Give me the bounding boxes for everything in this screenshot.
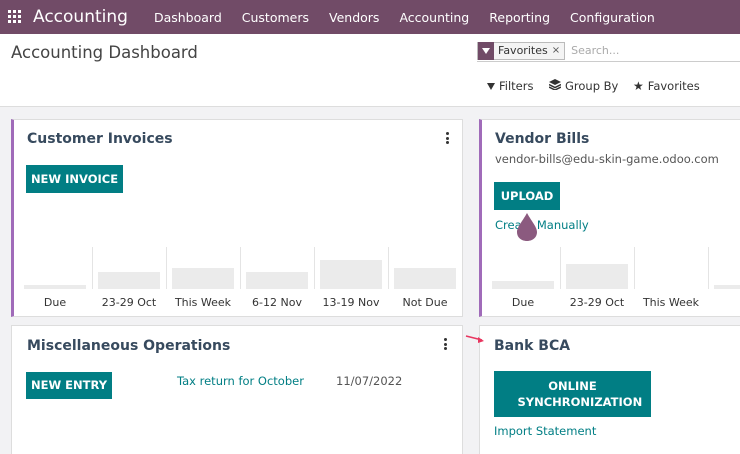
card-title[interactable]: Miscellaneous Operations bbox=[27, 338, 230, 354]
chart-tick-label: This Week bbox=[174, 296, 232, 309]
chart-bar[interactable] bbox=[320, 260, 382, 289]
chart-tick-label: Due bbox=[511, 296, 535, 309]
chart-bar[interactable] bbox=[566, 264, 628, 289]
chart-bar[interactable] bbox=[492, 281, 554, 289]
search-input[interactable] bbox=[571, 44, 732, 57]
chart-gridline bbox=[708, 247, 709, 289]
menu-vendors[interactable]: Vendors bbox=[319, 0, 389, 34]
menu-customers[interactable]: Customers bbox=[232, 0, 319, 34]
chart-tick-label: 6- bbox=[708, 296, 740, 309]
chart-tick-label: Not Due bbox=[402, 296, 448, 309]
top-navbar: Accounting Dashboard Customers Vendors A… bbox=[0, 0, 740, 34]
tax-return-date: 11/07/2022 bbox=[336, 374, 403, 388]
search-bar: Favorites × bbox=[477, 40, 740, 62]
chart-bar[interactable] bbox=[714, 285, 740, 289]
menu-reporting[interactable]: Reporting bbox=[479, 0, 560, 34]
online-sync-label: ONLINE SYNCHRONIZATION bbox=[517, 378, 643, 409]
filter-icon bbox=[478, 41, 494, 60]
chart-gridline bbox=[560, 247, 561, 289]
create-manually-link[interactable]: Create Manually bbox=[495, 218, 589, 232]
chart-bar[interactable] bbox=[246, 272, 308, 289]
pointer-arrow-icon bbox=[465, 335, 484, 343]
chart-bar[interactable] bbox=[24, 285, 86, 289]
menu-configuration[interactable]: Configuration bbox=[560, 0, 665, 34]
control-panel: Accounting Dashboard Favorites × Filters… bbox=[0, 34, 740, 107]
chart-gridline bbox=[314, 247, 315, 289]
new-entry-button[interactable]: NEW ENTRY bbox=[26, 372, 112, 399]
chart-tick-label: 23-29 Oct bbox=[569, 296, 625, 309]
menu-accounting[interactable]: Accounting bbox=[389, 0, 479, 34]
apps-menu-icon[interactable] bbox=[8, 10, 22, 24]
group-by-button[interactable]: Group By bbox=[548, 79, 619, 93]
customer-invoices-card: Customer Invoices NEW INVOICE Due 23-29 O… bbox=[11, 119, 463, 317]
chart-gridline bbox=[240, 247, 241, 289]
chart-tick-label: 23-29 Oct bbox=[101, 296, 157, 309]
chart-tick-label: Due bbox=[43, 296, 67, 309]
filters-button[interactable]: Filters bbox=[487, 79, 533, 93]
chart-gridline bbox=[634, 247, 635, 289]
chart-gridline bbox=[388, 247, 389, 289]
bills-bar-chart[interactable]: Due 23-29 Oct This Week 6- bbox=[482, 247, 740, 317]
invoice-bar-chart[interactable]: Due 23-29 Oct This Week 6-12 Nov 13-19 Nov No… bbox=[14, 247, 463, 317]
card-title[interactable]: Bank BCA bbox=[494, 338, 570, 354]
chart-bar[interactable] bbox=[172, 268, 234, 289]
card-title[interactable]: Vendor Bills bbox=[495, 131, 589, 147]
upload-button[interactable]: UPLOAD bbox=[494, 182, 560, 210]
chart-bar[interactable] bbox=[394, 268, 456, 289]
app-brand[interactable]: Accounting bbox=[33, 7, 128, 27]
import-statement-link[interactable]: Import Statement bbox=[494, 424, 596, 438]
chart-tick-label: 13-19 Nov bbox=[322, 296, 380, 309]
filter-icon bbox=[487, 82, 495, 90]
facet-remove-button[interactable]: × bbox=[552, 45, 564, 56]
chart-gridline bbox=[166, 247, 167, 289]
card-title[interactable]: Customer Invoices bbox=[27, 131, 173, 147]
chart-gridline bbox=[92, 247, 93, 289]
drop-cursor-icon bbox=[517, 213, 537, 241]
tax-return-link[interactable]: Tax return for October bbox=[177, 374, 304, 388]
chart-tick-label: 6-12 Nov bbox=[252, 296, 302, 309]
menu-dashboard[interactable]: Dashboard bbox=[144, 0, 232, 34]
new-invoice-button[interactable]: NEW INVOICE bbox=[26, 165, 123, 193]
filters-label: Filters bbox=[499, 79, 534, 93]
favorites-button[interactable]: ★ Favorites bbox=[633, 79, 700, 93]
page-title: Accounting Dashboard bbox=[11, 43, 198, 62]
favorites-label: Favorites bbox=[647, 79, 700, 93]
facet-label: Favorites bbox=[498, 44, 548, 57]
vendor-bills-email: vendor-bills@edu-skin-game.odoo.com bbox=[495, 152, 719, 166]
search-facet: Favorites × bbox=[477, 41, 566, 60]
bank-card: Bank BCA ONLINE SYNCHRONIZATION Import S… bbox=[479, 325, 740, 454]
group-by-label: Group By bbox=[565, 79, 619, 93]
card-options-icon[interactable] bbox=[446, 132, 449, 144]
misc-operations-card: Miscellaneous Operations NEW ENTRY Tax r… bbox=[11, 325, 463, 454]
chart-bar[interactable] bbox=[98, 272, 160, 289]
chart-tick-label: This Week bbox=[642, 296, 700, 309]
card-options-icon[interactable] bbox=[444, 338, 447, 350]
layers-icon bbox=[548, 79, 562, 93]
online-sync-button[interactable]: ONLINE SYNCHRONIZATION bbox=[494, 371, 651, 417]
star-icon: ★ bbox=[633, 79, 644, 93]
